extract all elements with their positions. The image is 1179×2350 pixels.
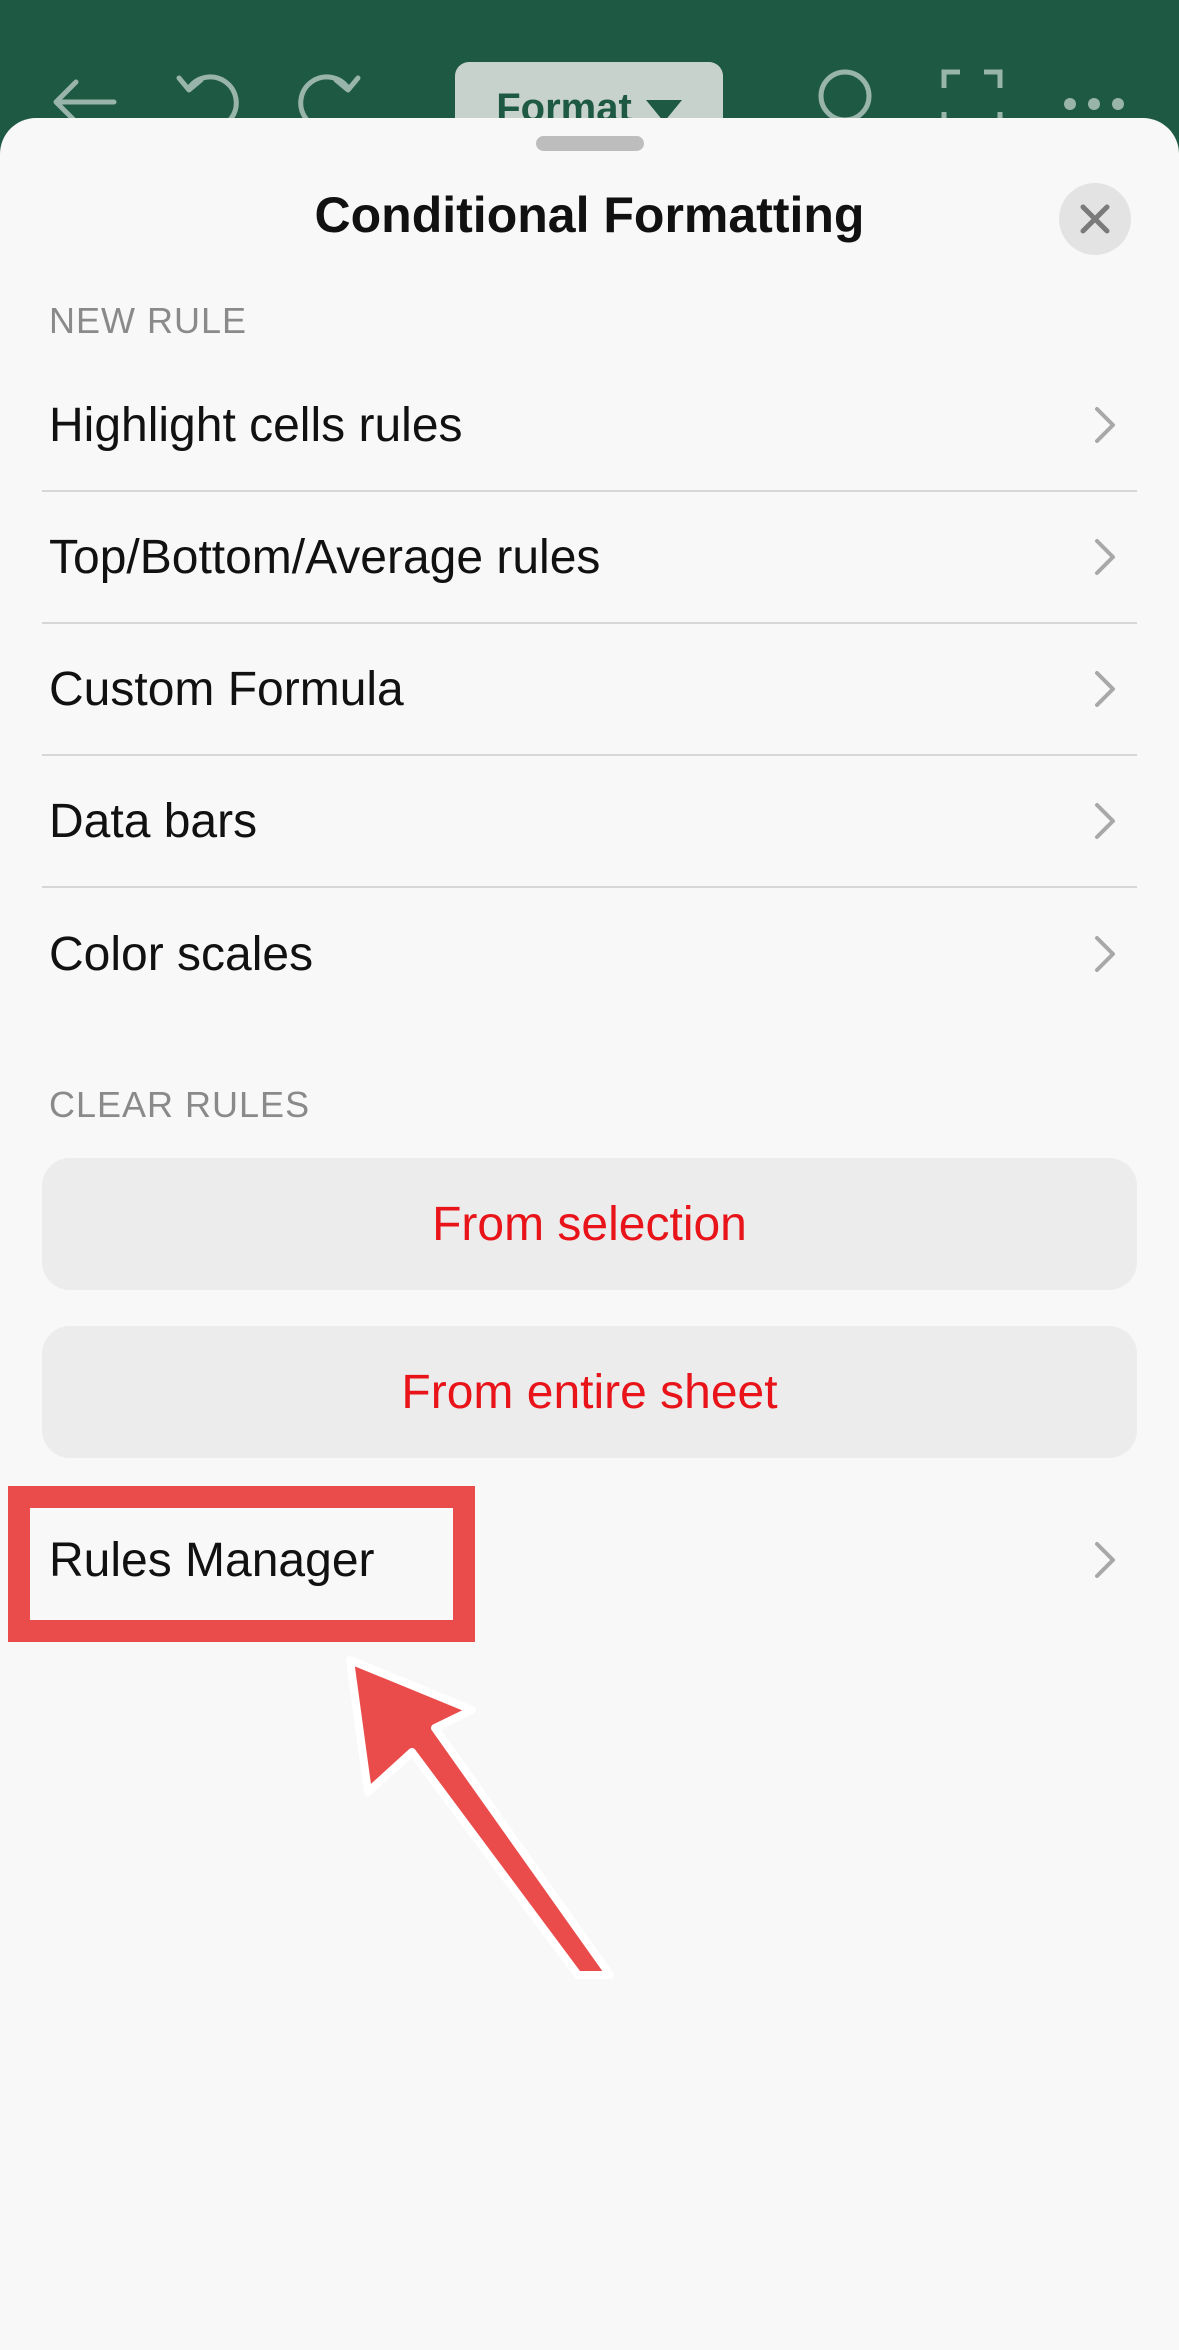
list-item-label: Custom Formula [49, 662, 404, 716]
sheet-grabber[interactable] [536, 136, 644, 151]
top-bottom-average-rules-item[interactable]: Top/Bottom/Average rules [42, 492, 1137, 624]
data-bars-item[interactable]: Data bars [42, 756, 1137, 888]
color-scales-item[interactable]: Color scales [42, 888, 1137, 1020]
chevron-right-icon [1085, 667, 1125, 711]
list-item-label: Top/Bottom/Average rules [49, 530, 601, 584]
highlight-cells-rules-item[interactable]: Highlight cells rules [42, 360, 1137, 492]
conditional-formatting-sheet: Conditional Formatting NEW RULE Highligh… [0, 118, 1179, 2350]
close-icon [1080, 204, 1110, 234]
chevron-right-icon [1085, 799, 1125, 843]
annotation-arrow-icon [330, 1640, 630, 2000]
clear-rules-section-label: CLEAR RULES [49, 1084, 311, 1125]
chevron-right-icon [1085, 932, 1125, 976]
list-item-label: Highlight cells rules [49, 398, 463, 452]
list-item-label: Color scales [49, 927, 314, 981]
chevron-right-icon [1085, 1538, 1125, 1582]
new-rule-section-label: NEW RULE [49, 300, 248, 341]
clear-from-selection-button[interactable]: From selection [42, 1158, 1137, 1290]
clear-from-entire-sheet-button[interactable]: From entire sheet [42, 1326, 1137, 1458]
list-item-label: Data bars [49, 794, 258, 848]
chevron-right-icon [1085, 403, 1125, 447]
chevron-right-icon [1085, 535, 1125, 579]
sheet-title: Conditional Formatting [314, 187, 865, 243]
close-button[interactable] [1059, 183, 1131, 255]
annotation-highlight-box [8, 1486, 475, 1642]
custom-formula-item[interactable]: Custom Formula [42, 624, 1137, 756]
